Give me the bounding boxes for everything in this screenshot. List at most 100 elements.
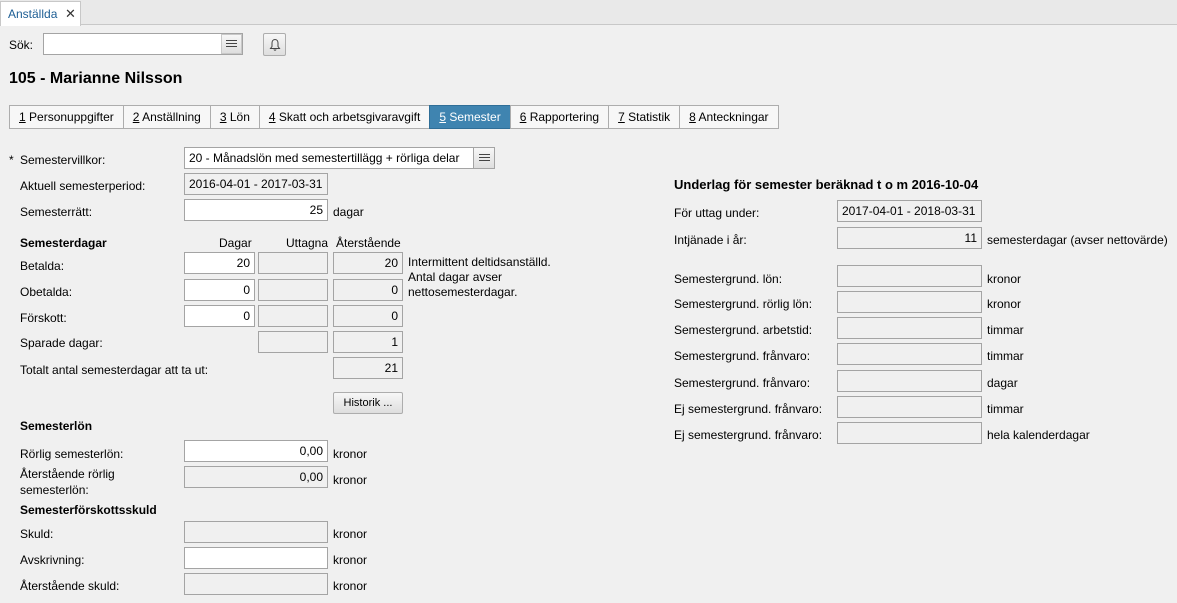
grund-rorlig-unit: kronor (987, 297, 1022, 311)
note-line-2: Antal dagar avser (408, 270, 503, 284)
ater-skuld-field (184, 573, 328, 595)
tab-label: Skatt och arbetsgivaravgift (275, 110, 421, 124)
historik-button[interactable]: Historik ... (333, 392, 403, 414)
search-input[interactable] (43, 33, 243, 55)
ej-grund-franvaro-dagar-unit: hela kalenderdagar (987, 428, 1090, 442)
uttag-field: 2017-04-01 - 2018-03-31 (837, 200, 982, 222)
betalda-dagar-field[interactable]: 20 (184, 252, 255, 274)
intjanade-label: Intjänade i år: (674, 233, 747, 247)
grund-franvaro-timmar-label: Semestergrund. frånvaro: (674, 349, 811, 363)
intjanade-field: 11 (837, 227, 982, 249)
column-aterstaende: Återstående (336, 236, 401, 250)
ej-grund-franvaro-timmar-label: Ej semestergrund. frånvaro: (674, 402, 823, 416)
tab-label: Statistik (624, 110, 671, 124)
totalt-label: Totalt antal semesterdagar att ta ut: (20, 363, 209, 377)
semesterratt-unit: dagar (333, 205, 364, 219)
grund-franvaro-dagar-unit: dagar (987, 376, 1018, 390)
tab-label: Lön (226, 110, 250, 124)
column-uttagna: Uttagna (286, 236, 329, 250)
semesterratt-label: Semesterrätt: (20, 205, 93, 219)
semestervillkor-label: Semestervillkor: (20, 153, 106, 167)
skuld-unit: kronor (333, 527, 368, 541)
tab-lon[interactable]: 3 Lön (209, 105, 260, 129)
note-line-1: Intermittent deltidsanställd. (408, 255, 551, 269)
forskott-dagar-field[interactable]: 0 (184, 305, 255, 327)
obetalda-uttagna-field (258, 279, 328, 301)
rorlig-field[interactable]: 0,00 (184, 440, 328, 462)
semestervillkor-field[interactable]: 20 - Månadslön med semestertillägg + rör… (184, 147, 474, 169)
period-label: Aktuell semesterperiod: (20, 179, 146, 193)
grund-franvaro-timmar-field (837, 343, 982, 365)
betalda-aterstaende-field: 20 (333, 252, 403, 274)
rorlig-unit: kronor (333, 447, 368, 461)
grund-rorlig-field (837, 291, 982, 313)
tab-label: Personuppgifter (25, 110, 114, 124)
ater-rorlig-field: 0,00 (184, 466, 328, 488)
notification-button[interactable] (263, 33, 286, 56)
grund-lon-unit: kronor (987, 272, 1022, 286)
sparade-label: Sparade dagar: (20, 336, 103, 350)
tab-label: Anteckningar (695, 110, 769, 124)
document-tab-bar: Anställda ✕ (0, 0, 1177, 26)
ater-rorlig-label-1: Återstående rörlig (20, 467, 115, 481)
ater-skuld-unit: kronor (333, 579, 368, 593)
ej-grund-franvaro-timmar-field (837, 396, 982, 418)
tab-number: 4 (268, 110, 276, 124)
grund-franvaro-dagar-field (837, 370, 982, 392)
employee-title: 105 - Marianne Nilsson (9, 70, 183, 87)
required-marker: * (9, 153, 14, 167)
obetalda-dagar-field[interactable]: 0 (184, 279, 255, 301)
period-field: 2016-04-01 - 2017-03-31 (184, 173, 328, 195)
grund-lon-label: Semestergrund. lön: (674, 272, 783, 286)
betalda-uttagna-field (258, 252, 328, 274)
ater-skuld-label: Återstående skuld: (20, 579, 120, 593)
semestervillkor-list-button[interactable] (473, 147, 495, 169)
tab-personuppgifter[interactable]: 1 Personuppgifter (9, 105, 124, 129)
search-list-button[interactable] (221, 34, 242, 54)
grund-arbetstid-label: Semestergrund. arbetstid: (674, 323, 813, 337)
semesterratt-field[interactable]: 25 (184, 199, 328, 221)
tab-semester[interactable]: 5 Semester (429, 105, 511, 129)
document-tab-anstallda[interactable]: Anställda ✕ (0, 1, 81, 26)
tab-number: 1 (19, 110, 26, 124)
avskrivning-field[interactable] (184, 547, 328, 569)
tab-number: 3 (219, 110, 227, 124)
tab-label: Anställning (139, 110, 201, 124)
grund-rorlig-label: Semestergrund. rörlig lön: (674, 297, 813, 311)
list-icon (478, 153, 490, 163)
grund-arbetstid-field (837, 317, 982, 339)
tab-rapportering[interactable]: 6 Rapportering (509, 105, 610, 129)
tab-anteckningar[interactable]: 8 Anteckningar (679, 105, 779, 129)
ater-rorlig-unit: kronor (333, 473, 368, 487)
skuld-label: Skuld: (20, 527, 54, 541)
grund-franvaro-dagar-label: Semestergrund. frånvaro: (674, 376, 811, 390)
sparade-uttagna-field (258, 331, 328, 353)
intjanade-unit: semesterdagar (avser nettovärde) (987, 233, 1168, 247)
close-icon[interactable]: ✕ (65, 6, 76, 22)
note-line-3: nettosemesterdagar. (408, 285, 518, 299)
semesterdagar-heading: Semesterdagar (20, 236, 107, 250)
grund-lon-field (837, 265, 982, 287)
bell-icon (269, 38, 280, 51)
rorlig-label: Rörlig semesterlön: (20, 447, 124, 461)
uttag-label: För uttag under: (674, 206, 760, 220)
betalda-label: Betalda: (20, 259, 65, 273)
avskrivning-unit: kronor (333, 553, 368, 567)
tab-number: 7 (618, 110, 625, 124)
forskott-label: Förskott: (20, 311, 67, 325)
obetalda-aterstaende-field: 0 (333, 279, 403, 301)
tab-statistik[interactable]: 7 Statistik (608, 105, 681, 129)
ej-grund-franvaro-dagar-field (837, 422, 982, 444)
obetalda-label: Obetalda: (20, 285, 73, 299)
totalt-field: 21 (333, 357, 403, 379)
grund-franvaro-timmar-unit: timmar (987, 349, 1024, 363)
ater-rorlig-label-2: semesterlön: (20, 483, 89, 497)
forskott-aterstaende-field: 0 (333, 305, 403, 327)
underlag-heading: Underlag för semester beräknad t o m 201… (674, 177, 979, 192)
tab-skatt[interactable]: 4 Skatt och arbetsgivaravgift (258, 105, 431, 129)
sparade-aterstaende-field: 1 (333, 331, 403, 353)
tab-label: Rapportering (526, 110, 600, 124)
skuld-field (184, 521, 328, 543)
tab-anstallning[interactable]: 2 Anställning (122, 105, 211, 129)
tab-number: 5 (439, 110, 446, 124)
